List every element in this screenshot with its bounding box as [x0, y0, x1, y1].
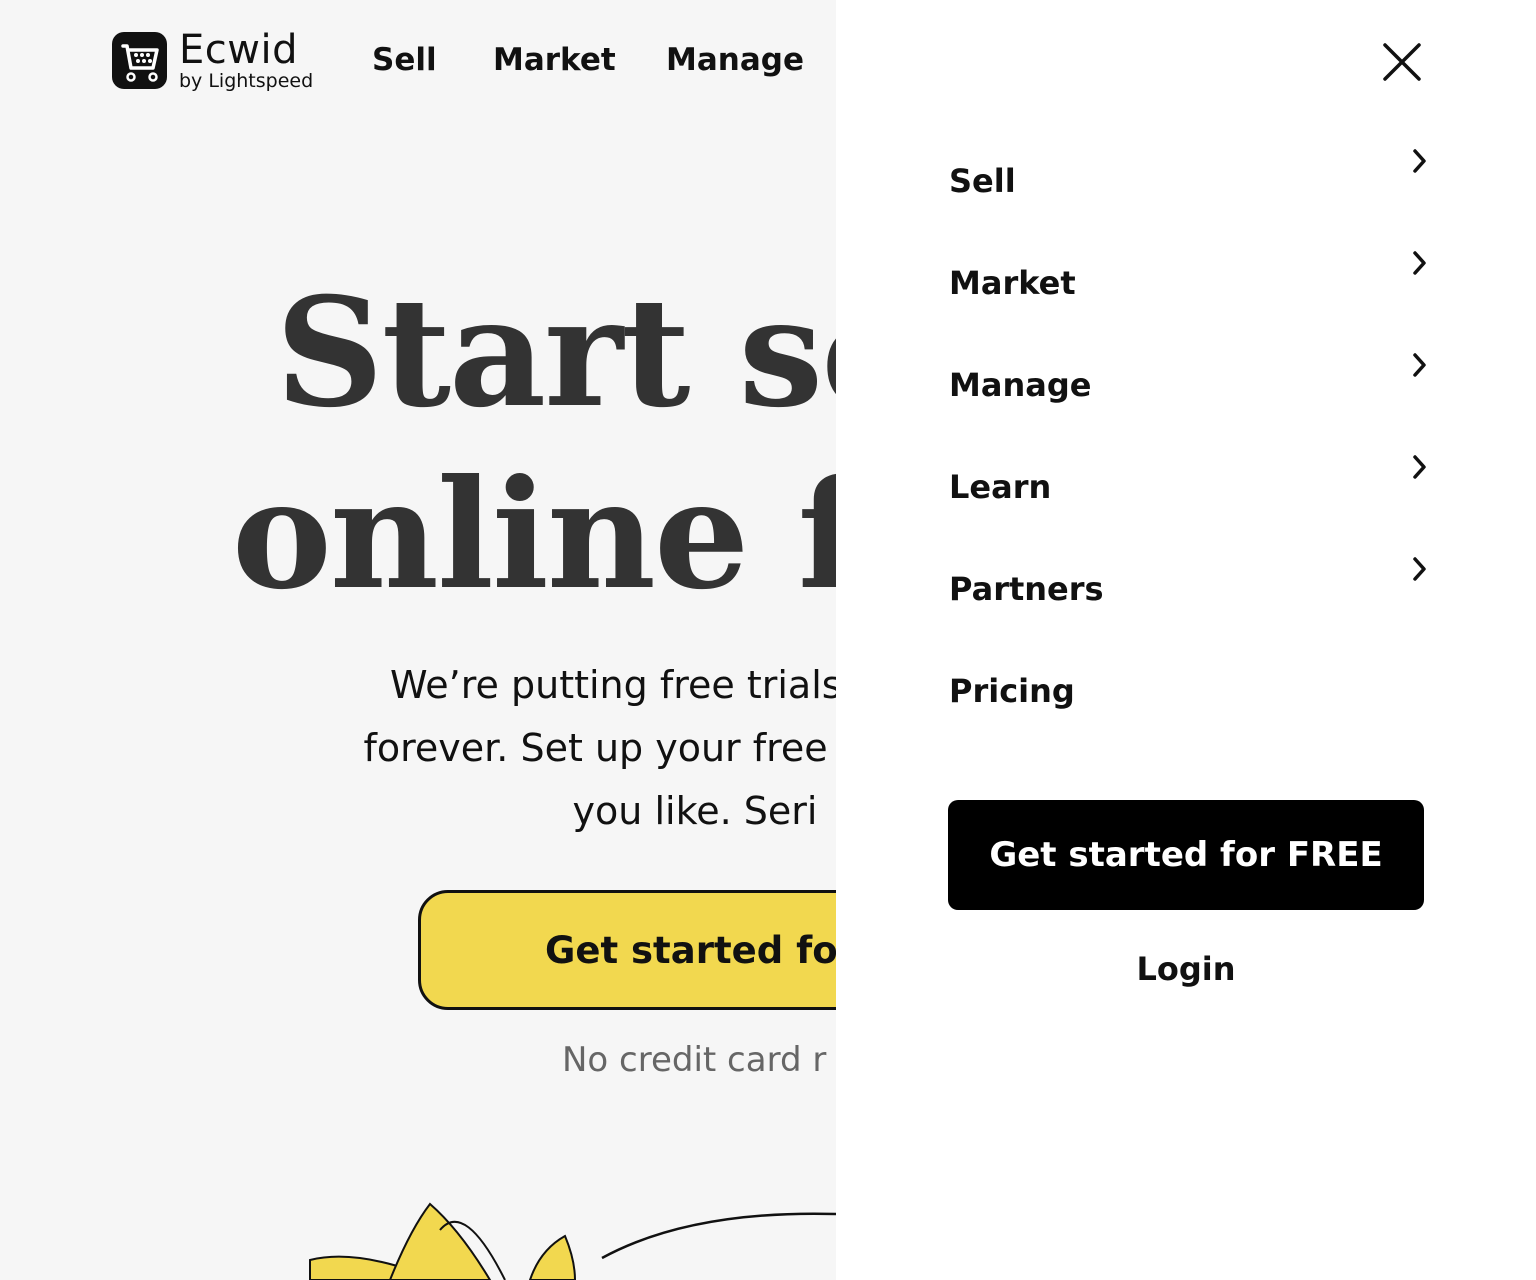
menu-item-pricing[interactable]: Pricing	[949, 640, 1429, 742]
menu-item-sell[interactable]: Sell	[949, 130, 1429, 232]
chevron-right-icon	[1413, 251, 1426, 275]
chevron-right-icon	[1413, 557, 1426, 581]
topnav-item-sell[interactable]: Sell	[372, 42, 437, 78]
cart-logo-icon	[112, 32, 167, 89]
menu-item-label: Pricing	[949, 672, 1075, 710]
close-icon[interactable]	[1380, 40, 1424, 84]
hero-illustration	[309, 1202, 836, 1280]
drawer-menu: Sell Market Manage Learn Partners Pricin…	[949, 130, 1429, 742]
chevron-right-icon	[1413, 149, 1426, 173]
menu-drawer: Sell Market Manage Learn Partners Pricin…	[836, 0, 1536, 1280]
topnav-item-manage[interactable]: Manage	[666, 42, 804, 78]
menu-item-learn[interactable]: Learn	[949, 436, 1429, 538]
menu-item-label: Learn	[949, 468, 1052, 506]
brand-name: Ecwid	[179, 27, 298, 73]
chevron-right-icon	[1413, 455, 1426, 479]
menu-item-label: Manage	[949, 366, 1092, 404]
brand-subtitle: by Lightspeed	[179, 70, 314, 92]
site-header: Ecwid by Lightspeed Sell Market Manage	[0, 0, 836, 130]
menu-item-manage[interactable]: Manage	[949, 334, 1429, 436]
menu-item-label: Sell	[949, 162, 1016, 200]
topnav-item-market[interactable]: Market	[493, 42, 616, 78]
no-credit-card-note: No credit card r	[562, 1040, 827, 1080]
menu-item-partners[interactable]: Partners	[949, 538, 1429, 640]
menu-item-label: Partners	[949, 570, 1104, 608]
login-link[interactable]: Login	[948, 950, 1424, 988]
menu-item-label: Market	[949, 264, 1076, 302]
get-started-free-button[interactable]: Get started for FREE	[948, 800, 1424, 910]
chevron-right-icon	[1413, 353, 1426, 377]
brand-logo[interactable]: Ecwid by Lightspeed	[112, 30, 313, 91]
menu-item-market[interactable]: Market	[949, 232, 1429, 334]
